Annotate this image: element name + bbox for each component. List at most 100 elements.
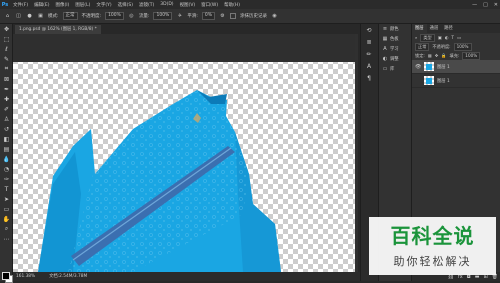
eyedropper-tool-icon[interactable]: ✒ — [0, 84, 13, 94]
zoom-level[interactable]: 161.38% — [16, 272, 35, 281]
eraser-tool-icon[interactable]: ◧ — [0, 134, 13, 144]
swatches-panel-icon: ▦ — [382, 36, 388, 42]
type-tool-icon[interactable]: T — [0, 184, 13, 194]
options-bar: ⌂ ◫ ● ▣ 模式: 正常 不透明度: 100% ◎ 流量: 100% ✈ 平… — [0, 9, 500, 24]
brush-preset-icon[interactable]: ● — [26, 13, 33, 20]
mode-select[interactable]: 正常 — [62, 12, 78, 20]
menu-type[interactable]: 文字(Y) — [93, 2, 114, 8]
menu-select[interactable]: 选择(S) — [115, 2, 136, 8]
minimize-button[interactable]: — — [472, 2, 477, 8]
libraries-panel-icon: ▭ — [382, 66, 388, 72]
flow-field[interactable]: 100% — [153, 12, 173, 20]
filter-type-icon[interactable]: T — [451, 35, 454, 40]
blend-mode-select[interactable]: 正常 — [415, 42, 430, 51]
eraser-tool-icon[interactable]: ◫ — [15, 13, 22, 20]
panel-learn[interactable]: A 学习 — [379, 44, 411, 54]
healing-tool-icon[interactable]: ✚ — [0, 94, 13, 104]
smooth-settings-icon[interactable]: ⚙ — [219, 13, 226, 20]
garment-image — [38, 90, 281, 272]
vertical-scrollbar[interactable] — [355, 34, 358, 272]
layer-filter-row: ⌕ 类型 ▣ ◐ T ▭ — [412, 33, 500, 42]
lock-all-icon[interactable]: 🔒 — [441, 53, 446, 59]
fill-field[interactable]: 100% — [462, 51, 481, 60]
more-tools-icon[interactable]: ⋯ — [0, 234, 13, 244]
watermark-logo: 百科全说 助你轻松解决 — [369, 217, 496, 275]
paragraph-icon[interactable]: ¶ — [361, 72, 377, 84]
panel-swatches[interactable]: ▦ 色板 — [379, 34, 411, 44]
clone-stamp-tool-icon[interactable]: ♙ — [0, 114, 13, 124]
airbrush-icon[interactable]: ✈ — [176, 13, 183, 20]
menu-edit[interactable]: 编辑(E) — [31, 2, 52, 8]
tab-channels[interactable]: 通道 — [427, 24, 442, 33]
blur-tool-icon[interactable]: 💧 — [0, 154, 13, 164]
menu-help[interactable]: 帮助(H) — [221, 2, 243, 8]
gradient-tool-icon[interactable]: ▤ — [0, 144, 13, 154]
document-tab-bar: 1.png.psd @ 162% (图层 1, RGB/8) * — [13, 24, 360, 34]
pressure-size-icon[interactable]: ◉ — [271, 13, 278, 20]
brush-tool-icon[interactable]: ✐ — [0, 104, 13, 114]
crop-tool-icon[interactable]: ⌗ — [0, 64, 13, 74]
menu-3d[interactable]: 3D(D) — [157, 2, 176, 7]
visibility-eye-icon[interactable]: 👁 — [415, 64, 421, 70]
panel-adjustments[interactable]: ◐ 调整 — [379, 54, 411, 64]
canvas-area[interactable] — [13, 34, 360, 272]
path-select-tool-icon[interactable]: ➤ — [0, 194, 13, 204]
filter-adjust-icon[interactable]: ◐ — [445, 35, 449, 40]
layer-thumbnail — [424, 62, 434, 71]
character-icon[interactable]: A — [361, 60, 377, 72]
home-icon[interactable]: ⌂ — [4, 13, 11, 20]
pressure-opacity-icon[interactable]: ◎ — [128, 13, 135, 20]
menu-layer[interactable]: 图层(L) — [72, 2, 93, 8]
document-info: 文档:2.54M/3.78M — [49, 274, 88, 279]
filter-shape-icon[interactable]: ▭ — [457, 35, 461, 40]
watermark-title: 百科全说 — [390, 224, 475, 248]
hand-tool-icon[interactable]: ✋ — [0, 214, 13, 224]
filter-pixel-icon[interactable]: ▣ — [438, 35, 442, 40]
tab-paths[interactable]: 路径 — [441, 24, 456, 33]
frame-tool-icon[interactable]: ⊠ — [0, 74, 13, 84]
layer-opacity-field[interactable]: 100% — [453, 42, 472, 51]
history-brush-tool-icon[interactable]: ↺ — [0, 124, 13, 134]
smooth-label: 平滑: — [187, 14, 198, 19]
layer-row[interactable]: 👁 图层 1 — [412, 60, 500, 74]
lock-position-icon[interactable]: ✥ — [435, 53, 439, 58]
brushes-icon[interactable]: ✏ — [361, 48, 377, 60]
panel-color[interactable]: ≡ 颜色 — [379, 24, 411, 34]
foreground-color-swatch[interactable] — [2, 272, 10, 280]
lock-pixels-icon[interactable]: ▦ — [428, 53, 432, 58]
close-button[interactable]: ✕ — [494, 2, 498, 8]
menu-window[interactable]: 窗口(W) — [198, 2, 221, 8]
quick-select-tool-icon[interactable]: ✎ — [0, 54, 13, 64]
pen-tool-icon[interactable]: ✑ — [0, 174, 13, 184]
panel-libraries[interactable]: ▭ 库 — [379, 64, 411, 74]
watermark-subtitle: 助你轻松解决 — [393, 255, 472, 268]
zoom-tool-icon[interactable]: ⌕ — [0, 224, 13, 234]
marquee-tool-icon[interactable]: ⬚ — [0, 34, 13, 44]
smooth-field[interactable]: 0% — [201, 12, 216, 20]
lock-row: 锁定: ▦ ✥ 🔒 填充: 100% — [412, 51, 500, 60]
document-tab[interactable]: 1.png.psd @ 162% (图层 1, RGB/8) * — [15, 25, 101, 34]
menu-filter[interactable]: 滤镜(T) — [136, 2, 157, 8]
shape-tool-icon[interactable]: ▭ — [0, 204, 13, 214]
layer-kind-select[interactable]: 类型 — [420, 33, 435, 42]
menu-image[interactable]: 图像(I) — [52, 2, 72, 8]
tab-layers[interactable]: 图层 — [412, 24, 427, 33]
history-icon[interactable]: ⟲ — [361, 24, 377, 36]
canvas[interactable] — [13, 34, 358, 272]
properties-icon[interactable]: ≣ — [361, 36, 377, 48]
maximize-button[interactable]: □ — [483, 2, 488, 8]
dodge-tool-icon[interactable]: ◔ — [0, 164, 13, 174]
brush-settings-icon[interactable]: ▣ — [37, 13, 44, 20]
layer-name: 图层 1 — [437, 64, 450, 70]
mode-label: 模式: — [48, 14, 59, 19]
opacity-field[interactable]: 100% — [105, 12, 124, 20]
photoshop-logo-icon: Ps — [1, 1, 9, 8]
erase-history-checkbox[interactable] — [230, 13, 237, 19]
menu-bar: Ps 文件(F) 编辑(E) 图像(I) 图层(L) 文字(Y) 选择(S) 滤… — [0, 0, 500, 9]
menu-file[interactable]: 文件(F) — [10, 2, 31, 8]
blend-row: 正常 不透明度: 100% — [412, 42, 500, 51]
lasso-tool-icon[interactable]: ℓ — [0, 44, 13, 54]
layer-row[interactable]: 图层 1 — [412, 74, 500, 88]
menu-view[interactable]: 视图(V) — [177, 2, 199, 8]
move-tool-icon[interactable]: ✥ — [0, 24, 13, 34]
